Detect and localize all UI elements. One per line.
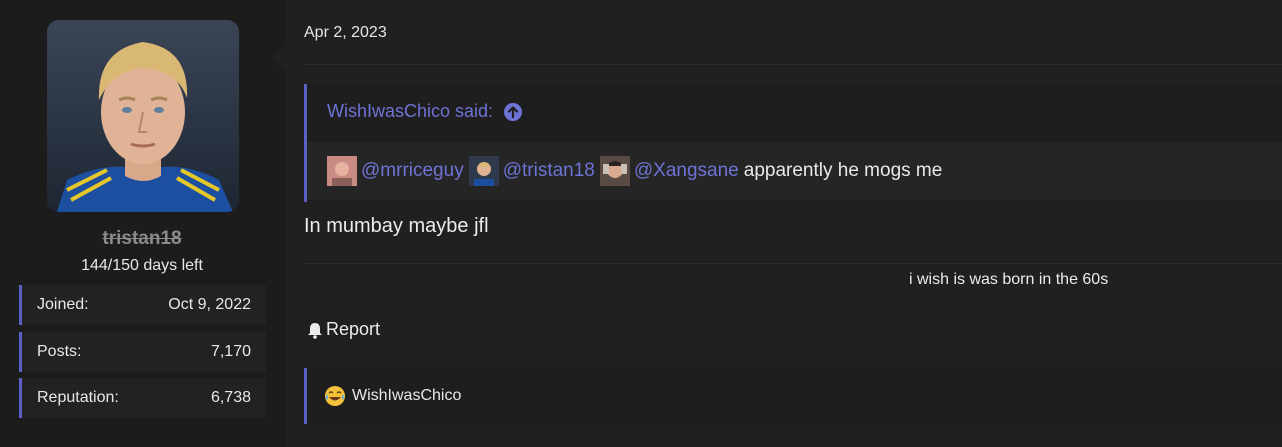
post-main: Apr 2, 2023 WishIwasChico said: @mrriceg… xyxy=(286,0,1282,447)
reactions-bar[interactable]: WishIwasChico xyxy=(304,368,1282,424)
arrow-circle-up-icon[interactable] xyxy=(503,102,523,122)
user-title: 144/150 days left xyxy=(81,257,203,274)
stat-reputation: Reputation: 6,738 xyxy=(19,378,266,418)
avatar-image xyxy=(47,20,239,212)
stat-label: Reputation: xyxy=(37,389,119,406)
user-avatar[interactable] xyxy=(47,20,239,212)
stat-value: Oct 9, 2022 xyxy=(168,296,251,313)
stat-value[interactable]: 7,170 xyxy=(211,343,251,361)
stat-label: Posts: xyxy=(37,343,82,360)
reaction-user[interactable]: WishIwasChico xyxy=(352,387,461,405)
post-message: In mumbay maybe jfl xyxy=(304,215,489,237)
post-date[interactable]: Apr 2, 2023 xyxy=(304,24,387,42)
mention-avatar-icon xyxy=(599,156,630,186)
post-container: tristan18 144/150 days left Joined: Oct … xyxy=(0,0,1282,447)
report-label[interactable]: Report xyxy=(326,319,380,340)
mention-link[interactable]: @tristan18 xyxy=(503,160,595,182)
stat-posts: Posts: 7,170 xyxy=(19,332,266,372)
post-arrow xyxy=(272,44,286,72)
divider xyxy=(304,64,1282,65)
bell-icon xyxy=(306,321,324,339)
mention-avatar-icon xyxy=(468,156,499,186)
laughing-crying-emoji-icon xyxy=(324,385,346,407)
quote-header[interactable]: WishIwasChico said: xyxy=(327,101,523,122)
username[interactable]: tristan18 xyxy=(0,228,284,250)
report-button[interactable]: Report xyxy=(306,319,380,340)
user-signature: i wish is was born in the 60s xyxy=(909,271,1109,288)
quote-author[interactable]: WishIwasChico said: xyxy=(327,101,493,122)
divider xyxy=(304,263,1282,264)
quote-text: apparently he mogs me xyxy=(743,160,943,181)
quote-block: WishIwasChico said: @mrriceguy @tristan1… xyxy=(304,84,1282,202)
mention-link[interactable]: @Xangsane xyxy=(634,160,739,182)
mention-avatar-icon xyxy=(327,156,357,186)
user-info-column: tristan18 144/150 days left Joined: Oct … xyxy=(0,0,284,447)
mention-link[interactable]: @mrriceguy xyxy=(361,160,464,182)
stat-joined: Joined: Oct 9, 2022 xyxy=(19,285,266,325)
quote-body: @mrriceguy @tristan18 @Xangsane apparent… xyxy=(307,142,1282,200)
stat-label: Joined: xyxy=(37,296,89,313)
stat-value: 6,738 xyxy=(210,389,251,406)
